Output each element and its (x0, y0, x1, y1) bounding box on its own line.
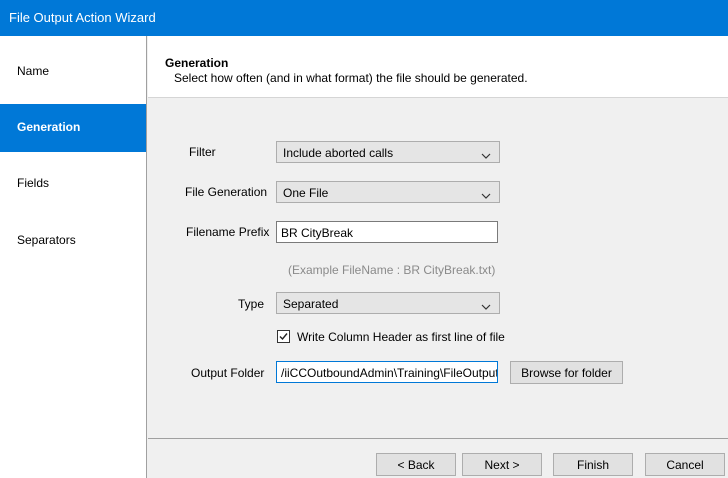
page-subtitle: Select how often (and in what format) th… (174, 71, 528, 85)
page-title: Generation (165, 56, 229, 70)
type-value: Separated (283, 297, 339, 311)
write-header-label: Write Column Header as first line of fil… (297, 330, 505, 344)
sidebar-item-generation[interactable]: Generation (0, 104, 146, 152)
wizard-sidebar: Name Generation Fields Separators (0, 36, 147, 478)
file-generation-value: One File (283, 186, 329, 200)
cancel-button[interactable]: Cancel (645, 453, 725, 476)
filter-value: Include aborted calls (283, 146, 394, 160)
filter-dropdown[interactable]: Include aborted calls (276, 141, 500, 163)
filename-prefix-input[interactable]: BR CityBreak (276, 221, 498, 243)
sidebar-item-label: Separators (17, 233, 76, 247)
sidebar-item-separators[interactable]: Separators (0, 217, 146, 265)
chevron-down-icon (481, 299, 491, 313)
file-generation-label: File Generation (185, 185, 268, 199)
filename-prefix-label: Filename Prefix (186, 225, 270, 239)
output-folder-input[interactable]: /iiCCOutboundAdmin\Training\FileOutput (276, 361, 498, 383)
page-header: Generation Select how often (and in what… (148, 36, 728, 98)
write-header-checkbox[interactable] (277, 330, 290, 343)
sidebar-item-label: Generation (17, 120, 81, 134)
file-generation-dropdown[interactable]: One File (276, 181, 500, 203)
checkmark-icon (279, 333, 288, 341)
chevron-down-icon (481, 148, 491, 162)
back-button[interactable]: < Back (376, 453, 456, 476)
filter-label: Filter (189, 145, 216, 159)
output-folder-label: Output Folder (191, 366, 265, 380)
chevron-down-icon (481, 188, 491, 202)
browse-folder-button[interactable]: Browse for folder (510, 361, 623, 384)
finish-button[interactable]: Finish (553, 453, 633, 476)
next-button[interactable]: Next > (462, 453, 542, 476)
sidebar-item-fields[interactable]: Fields (0, 160, 146, 208)
sidebar-item-label: Name (17, 64, 50, 78)
example-filename-hint: (Example FileName : BR CityBreak.txt) (288, 263, 496, 277)
sidebar-item-label: Fields (17, 176, 50, 190)
type-dropdown[interactable]: Separated (276, 292, 500, 314)
type-label: Type (238, 297, 265, 311)
window-titlebar: File Output Action Wizard (0, 0, 728, 36)
sidebar-item-name[interactable]: Name (0, 48, 146, 96)
window-title: File Output Action Wizard (9, 10, 156, 25)
footer-separator (148, 438, 728, 439)
